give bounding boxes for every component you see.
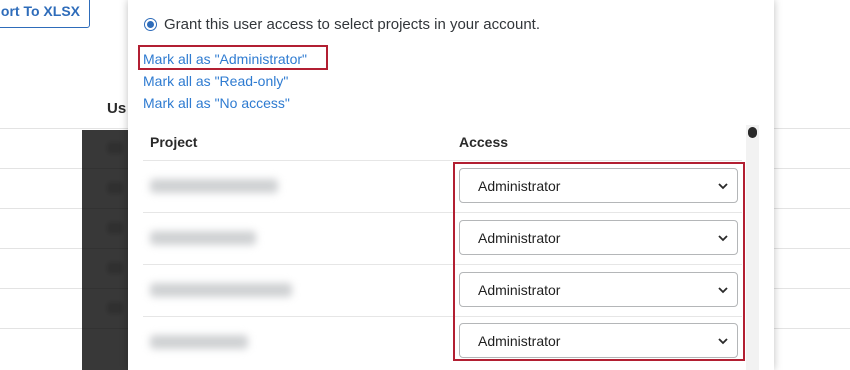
export-xlsx-label: ort To XLSX xyxy=(0,3,80,19)
radio-button-selected[interactable] xyxy=(144,18,157,31)
table-scrollbar[interactable] xyxy=(746,125,759,370)
column-header-project: Project xyxy=(150,134,198,150)
modal-backdrop[interactable] xyxy=(82,130,128,370)
scrollbar-thumb[interactable] xyxy=(748,127,757,138)
column-header-access: Access xyxy=(459,134,509,150)
export-xlsx-button[interactable]: ort To XLSX xyxy=(0,0,90,28)
radio-dot-icon xyxy=(147,21,154,28)
radio-label: Grant this user access to select project… xyxy=(164,16,541,33)
blurred-project-name xyxy=(150,335,248,349)
blurred-project-name xyxy=(150,231,256,245)
mark-all-noaccess-link[interactable]: Mark all as "No access" xyxy=(143,95,290,111)
blurred-project-name xyxy=(150,179,278,193)
background-column-header: Us xyxy=(107,100,127,117)
table-header-divider xyxy=(143,160,742,161)
project-access-modal: Grant this user access to select project… xyxy=(128,0,774,370)
highlight-box-mark-admin xyxy=(138,45,328,70)
mark-all-readonly-link[interactable]: Mark all as "Read-only" xyxy=(143,73,288,89)
grant-select-projects-radio-row[interactable]: Grant this user access to select project… xyxy=(144,16,540,33)
blurred-project-name xyxy=(150,283,292,297)
highlight-box-access-column xyxy=(453,162,745,361)
